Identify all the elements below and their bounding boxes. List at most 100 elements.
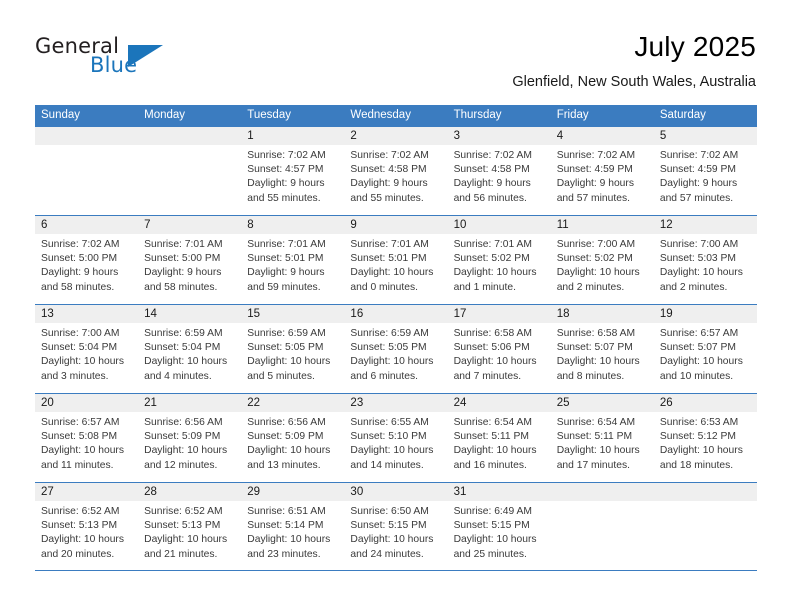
day-detail-line: Sunset: 5:04 PM (41, 342, 118, 354)
day-detail-line: Daylight: 9 hours (659, 178, 738, 190)
day-number-band: 8 (241, 216, 345, 234)
day-detail-text: Sunrise: 6:55 AM Sunset: 5:10 PM Daylight:… (344, 412, 447, 473)
day-cell-1[interactable]: 1 Sunrise: 7:02 AM Sunset: 4:57 PM Daylight… (241, 127, 345, 215)
day-detail-text: Sunrise: 6:56 AM Sunset: 5:09 PM Daylight:… (241, 412, 344, 473)
day-cell-16[interactable]: 16 Sunrise: 6:59 AM Sunset: 5:05 PM Dayligh… (344, 305, 448, 393)
day-number-band: 13 (35, 305, 139, 323)
day-cell-19[interactable]: 19 Sunrise: 6:57 AM Sunset: 5:07 PM Dayligh… (653, 305, 757, 393)
day-detail-line: Sunset: 5:09 PM (144, 431, 221, 443)
day-detail-line: Daylight: 9 hours (556, 178, 634, 190)
day-cell-28[interactable]: 28 Sunrise: 6:52 AM Sunset: 5:13 PM Dayligh… (138, 483, 242, 570)
day-cell-8[interactable]: 8 Sunrise: 7:01 AM Sunset: 5:01 PM Daylight… (241, 216, 345, 304)
day-detail-line: Daylight: 9 hours (247, 267, 325, 279)
day-cell-20[interactable]: 20 Sunrise: 6:57 AM Sunset: 5:08 PM Dayligh… (35, 394, 139, 482)
day-detail-line: and 5 minutes. (247, 370, 315, 382)
day-detail-line: and 1 minute. (453, 281, 516, 293)
day-detail-line: Sunrise: 6:58 AM (556, 328, 636, 339)
day-cell-15[interactable]: 15 Sunrise: 6:59 AM Sunset: 5:05 PM Dayligh… (241, 305, 345, 393)
day-cell-18[interactable]: 18 Sunrise: 6:58 AM Sunset: 5:07 PM Dayligh… (550, 305, 654, 393)
day-detail-line: Daylight: 10 hours (247, 356, 331, 368)
day-cell-31[interactable]: 31 Sunrise: 6:49 AM Sunset: 5:15 PM Dayligh… (447, 483, 551, 570)
general-blue-logo: General Blue (35, 34, 175, 82)
day-detail-text (551, 501, 654, 505)
day-number-band (653, 483, 757, 501)
day-cell-26[interactable]: 26 Sunrise: 6:53 AM Sunset: 5:12 PM Dayligh… (653, 394, 757, 482)
day-cell-3[interactable]: 3 Sunrise: 7:02 AM Sunset: 4:58 PM Daylight… (447, 127, 551, 215)
day-cell-25[interactable]: 25 Sunrise: 6:54 AM Sunset: 5:11 PM Dayligh… (550, 394, 654, 482)
day-cell-23[interactable]: 23 Sunrise: 6:55 AM Sunset: 5:10 PM Dayligh… (344, 394, 448, 482)
day-detail-line: Sunrise: 7:02 AM (556, 150, 636, 161)
weekday-header-friday: Friday (556, 109, 589, 121)
day-number: 26 (659, 397, 673, 409)
day-detail-line: Sunset: 4:58 PM (350, 164, 427, 176)
day-detail-line: Sunrise: 6:55 AM (350, 417, 429, 428)
day-detail-text: Sunrise: 7:02 AM Sunset: 4:58 PM Daylight:… (344, 145, 447, 206)
day-cell-24[interactable]: 24 Sunrise: 6:54 AM Sunset: 5:11 PM Dayligh… (447, 394, 551, 482)
day-detail-line: Daylight: 10 hours (350, 534, 434, 546)
day-cell-5[interactable]: 5 Sunrise: 7:02 AM Sunset: 4:59 PM Daylight… (653, 127, 757, 215)
day-number-band: 6 (35, 216, 139, 234)
day-detail-line: Sunset: 5:12 PM (659, 431, 736, 443)
day-number-band: 16 (344, 305, 448, 323)
day-cell-21[interactable]: 21 Sunrise: 6:56 AM Sunset: 5:09 PM Dayligh… (138, 394, 242, 482)
day-detail-line: Sunset: 5:01 PM (247, 253, 324, 265)
day-cell-7[interactable]: 7 Sunrise: 7:01 AM Sunset: 5:00 PM Daylight… (138, 216, 242, 304)
day-cell-27[interactable]: 27 Sunrise: 6:52 AM Sunset: 5:13 PM Dayligh… (35, 483, 139, 570)
day-cell-30[interactable]: 30 Sunrise: 6:50 AM Sunset: 5:15 PM Dayligh… (344, 483, 448, 570)
day-cell-17[interactable]: 17 Sunrise: 6:58 AM Sunset: 5:06 PM Dayligh… (447, 305, 551, 393)
day-cell-13[interactable]: 13 Sunrise: 7:00 AM Sunset: 5:04 PM Dayligh… (35, 305, 139, 393)
day-number-band: 24 (447, 394, 551, 412)
day-cell-22[interactable]: 22 Sunrise: 6:56 AM Sunset: 5:09 PM Dayligh… (241, 394, 345, 482)
calendar-body: 1 Sunrise: 7:02 AM Sunset: 4:57 PM Daylight… (35, 126, 757, 571)
day-number: 2 (350, 130, 357, 142)
day-cell-9[interactable]: 9 Sunrise: 7:01 AM Sunset: 5:01 PM Daylight… (344, 216, 448, 304)
day-detail-line: Daylight: 10 hours (659, 445, 743, 457)
day-number: 27 (41, 486, 54, 498)
day-cell-11[interactable]: 11 Sunrise: 7:00 AM Sunset: 5:02 PM Dayligh… (550, 216, 654, 304)
day-detail-line: Sunrise: 7:01 AM (144, 239, 223, 250)
day-number: 25 (556, 397, 570, 409)
day-cell-14[interactable]: 14 Sunrise: 6:59 AM Sunset: 5:04 PM Dayligh… (138, 305, 242, 393)
day-detail-line: Sunrise: 6:59 AM (144, 328, 223, 339)
day-detail-line: and 21 minutes. (144, 548, 218, 560)
day-number-band: 19 (653, 305, 757, 323)
day-number: 29 (247, 486, 261, 498)
day-detail-line: Daylight: 9 hours (41, 267, 119, 279)
day-detail-line: Sunset: 5:02 PM (453, 253, 530, 265)
day-detail-line: Sunset: 5:04 PM (144, 342, 221, 354)
day-detail-line: and 14 minutes. (350, 459, 424, 471)
day-detail-line: Sunset: 5:00 PM (41, 253, 118, 265)
day-cell-10[interactable]: 10 Sunrise: 7:01 AM Sunset: 5:02 PM Dayligh… (447, 216, 551, 304)
day-detail-line: and 57 minutes. (659, 192, 734, 204)
day-number: 6 (41, 219, 48, 231)
day-cell-12[interactable]: 12 Sunrise: 7:00 AM Sunset: 5:03 PM Dayligh… (653, 216, 757, 304)
day-detail-text: Sunrise: 6:52 AM Sunset: 5:13 PM Daylight:… (138, 501, 241, 562)
day-detail-line: Daylight: 10 hours (144, 534, 228, 546)
day-number: 12 (659, 219, 673, 231)
day-detail-line: and 25 minutes. (453, 548, 527, 560)
location-subtitle: Glenfield, New South Wales, Australia (512, 74, 756, 90)
day-detail-line: Daylight: 9 hours (247, 178, 325, 190)
day-detail-line: and 59 minutes. (247, 281, 321, 293)
day-detail-line: Sunrise: 6:57 AM (41, 417, 120, 428)
day-detail-line: Daylight: 10 hours (350, 356, 434, 368)
day-number: 9 (350, 219, 357, 231)
day-detail-line: and 0 minutes. (350, 281, 418, 293)
day-detail-line: Daylight: 10 hours (556, 267, 640, 279)
day-number: 13 (41, 308, 54, 320)
day-cell-4[interactable]: 4 Sunrise: 7:02 AM Sunset: 4:59 PM Daylight… (550, 127, 654, 215)
day-number: 19 (659, 308, 673, 320)
day-number-band: 25 (550, 394, 654, 412)
weekday-header-tuesday: Tuesday (247, 109, 291, 121)
day-cell-2[interactable]: 2 Sunrise: 7:02 AM Sunset: 4:58 PM Daylight… (344, 127, 448, 215)
day-detail-line: Sunset: 5:07 PM (556, 342, 633, 354)
day-detail-line: Sunset: 5:07 PM (659, 342, 736, 354)
day-cell-29[interactable]: 29 Sunrise: 6:51 AM Sunset: 5:14 PM Dayligh… (241, 483, 345, 570)
day-detail-text: Sunrise: 7:02 AM Sunset: 4:59 PM Daylight:… (551, 145, 654, 206)
day-number-band: 26 (653, 394, 757, 412)
day-detail-line: and 17 minutes. (556, 459, 630, 471)
day-detail-text: Sunrise: 6:51 AM Sunset: 5:14 PM Daylight:… (241, 501, 344, 562)
day-detail-line: Sunrise: 7:02 AM (41, 239, 120, 250)
day-number-band: 23 (344, 394, 448, 412)
day-cell-6[interactable]: 6 Sunrise: 7:02 AM Sunset: 5:00 PM Daylight… (35, 216, 139, 304)
